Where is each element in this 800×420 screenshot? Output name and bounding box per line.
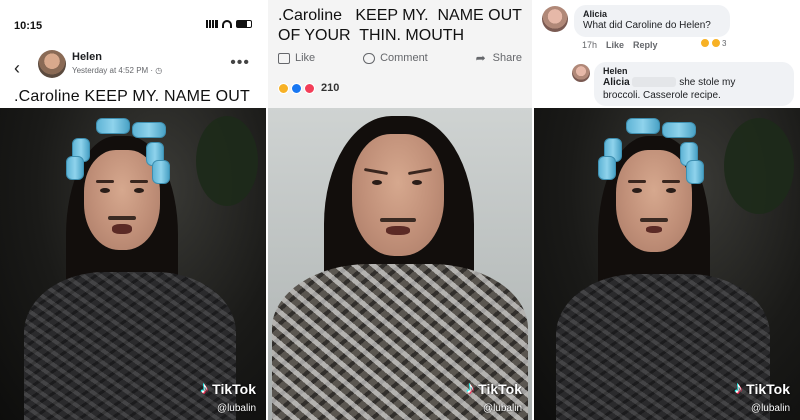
face — [616, 150, 692, 252]
thumbs-up-icon — [278, 52, 290, 64]
share-label: Share — [492, 52, 522, 64]
panel-comments: Alicia What did Caroline do Helen? 17h L… — [534, 0, 800, 420]
like-reaction-icon — [291, 82, 302, 94]
comment-meta: 17h Like Reply — [582, 40, 658, 50]
tiktok-handle: @lubalin — [216, 403, 256, 414]
mention[interactable]: Alicia — [603, 77, 630, 88]
facebook-post-header: 10:15 ‹ Helen Yesterday at 4:52 PM · ◷ •… — [0, 0, 266, 108]
hair-curler — [132, 122, 166, 138]
redacted-name — [632, 77, 677, 88]
share-button[interactable]: ➦ Share — [475, 50, 522, 65]
reply-text-line2: broccoli. Casserole recipe. — [603, 90, 721, 101]
comment-reactions[interactable]: 3 — [700, 38, 726, 48]
comment-like-button[interactable]: Like — [606, 40, 624, 50]
haha-reaction-icon — [700, 38, 710, 48]
tiktok-handle: @lubalin — [750, 403, 790, 414]
mouth — [646, 226, 662, 233]
like-button[interactable]: Like — [278, 52, 315, 64]
eye — [372, 180, 382, 185]
post-author[interactable]: Helen — [72, 51, 102, 63]
brow — [130, 180, 148, 183]
reply-text: she stole my — [679, 77, 736, 88]
comment-label: Comment — [380, 52, 428, 64]
wifi-icon — [222, 20, 232, 28]
chevron-left-icon[interactable]: ‹ — [14, 58, 20, 79]
eye — [632, 188, 642, 193]
reply-bubble: Helen Alicia she stole my broccoli. Cass… — [594, 62, 794, 106]
hair-curler — [96, 118, 130, 134]
video-frame: ♪ TikTok @lubalin — [0, 108, 266, 420]
battery-icon — [236, 20, 252, 28]
comment-time: 17h — [582, 40, 598, 50]
tiktok-watermark: ♪ TikTok — [466, 380, 522, 398]
tiktok-brand: TikTok — [212, 381, 256, 397]
eye — [666, 188, 676, 193]
avatar[interactable] — [542, 6, 568, 32]
share-arrow-icon: ➦ — [475, 50, 486, 65]
comment-button[interactable]: Comment — [363, 52, 428, 64]
post-text: .Caroline KEEP MY. NAME OUT OF YOUR THIN… — [278, 7, 522, 44]
tiktok-watermark: ♪ TikTok — [200, 380, 256, 398]
post-action-bar: Like Comment ➦ Share — [278, 52, 522, 64]
commenter-name[interactable]: Alicia — [583, 9, 721, 19]
person — [268, 108, 532, 420]
comment-bubble-icon — [363, 52, 376, 64]
brow — [662, 180, 680, 183]
hair-curler — [66, 156, 84, 180]
sweater — [556, 274, 770, 420]
reply-text-line1: Alicia she stole my — [603, 76, 785, 89]
tiktok-logo-icon: ♪ — [734, 380, 743, 397]
panel-post-actions: .Caroline KEEP MY. NAME OUT OF YOUR THIN… — [268, 0, 532, 420]
like-label: Like — [295, 52, 316, 64]
brow — [628, 180, 646, 183]
avatar[interactable] — [572, 64, 590, 82]
haha-reaction-icon — [711, 38, 721, 48]
hair-curler — [626, 118, 660, 134]
panel-helen-post: 10:15 ‹ Helen Yesterday at 4:52 PM · ◷ •… — [0, 0, 266, 420]
hair-curler — [686, 160, 704, 184]
mustache — [640, 218, 668, 222]
hair-curler — [152, 160, 170, 184]
reply-author[interactable]: Helen — [603, 66, 785, 76]
comment-text: What did Caroline do Helen? — [583, 20, 711, 31]
tiktok-handle: @lubalin — [482, 403, 522, 414]
reaction-summary[interactable]: 210 — [278, 82, 339, 94]
hair-curler — [662, 122, 696, 138]
facebook-comments: Alicia What did Caroline do Helen? 17h L… — [534, 0, 800, 108]
face — [352, 134, 444, 256]
tiktok-brand: TikTok — [746, 381, 790, 397]
video-frame: ♪ TikTok @lubalin — [268, 108, 532, 420]
video-frame: ♪ TikTok @lubalin — [534, 108, 800, 420]
facebook-post-body: .Caroline KEEP MY. NAME OUT OF YOUR THIN… — [268, 0, 532, 108]
comment-bubble: Alicia What did Caroline do Helen? — [574, 5, 730, 37]
person — [0, 108, 266, 420]
signal-icon — [206, 20, 218, 28]
status-icons — [206, 20, 252, 28]
love-reaction-icon — [304, 82, 315, 94]
more-dots-icon[interactable]: ••• — [230, 54, 250, 72]
mustache — [108, 216, 136, 220]
tiktok-brand: TikTok — [478, 381, 522, 397]
tiktok-logo-icon: ♪ — [200, 380, 209, 397]
mouth — [112, 224, 132, 234]
comment-reply-button[interactable]: Reply — [633, 40, 658, 50]
tiktok-logo-icon: ♪ — [466, 380, 475, 397]
brow — [96, 180, 114, 183]
avatar[interactable] — [38, 50, 66, 78]
status-time: 10:15 — [14, 20, 43, 32]
reaction-count: 210 — [321, 82, 340, 94]
eye — [134, 188, 144, 193]
eye — [412, 180, 422, 185]
tiktok-watermark: ♪ TikTok — [734, 380, 790, 398]
mustache — [380, 218, 416, 222]
post-text: .Caroline KEEP MY. NAME OUT — [14, 88, 250, 105]
comment-reaction-count: 3 — [722, 38, 727, 48]
eye — [100, 188, 110, 193]
hair-curler — [598, 156, 616, 180]
haha-reaction-icon — [278, 82, 289, 94]
mouth — [386, 226, 410, 235]
person — [534, 108, 800, 420]
post-timestamp: Yesterday at 4:52 PM · ◷ — [72, 66, 163, 75]
